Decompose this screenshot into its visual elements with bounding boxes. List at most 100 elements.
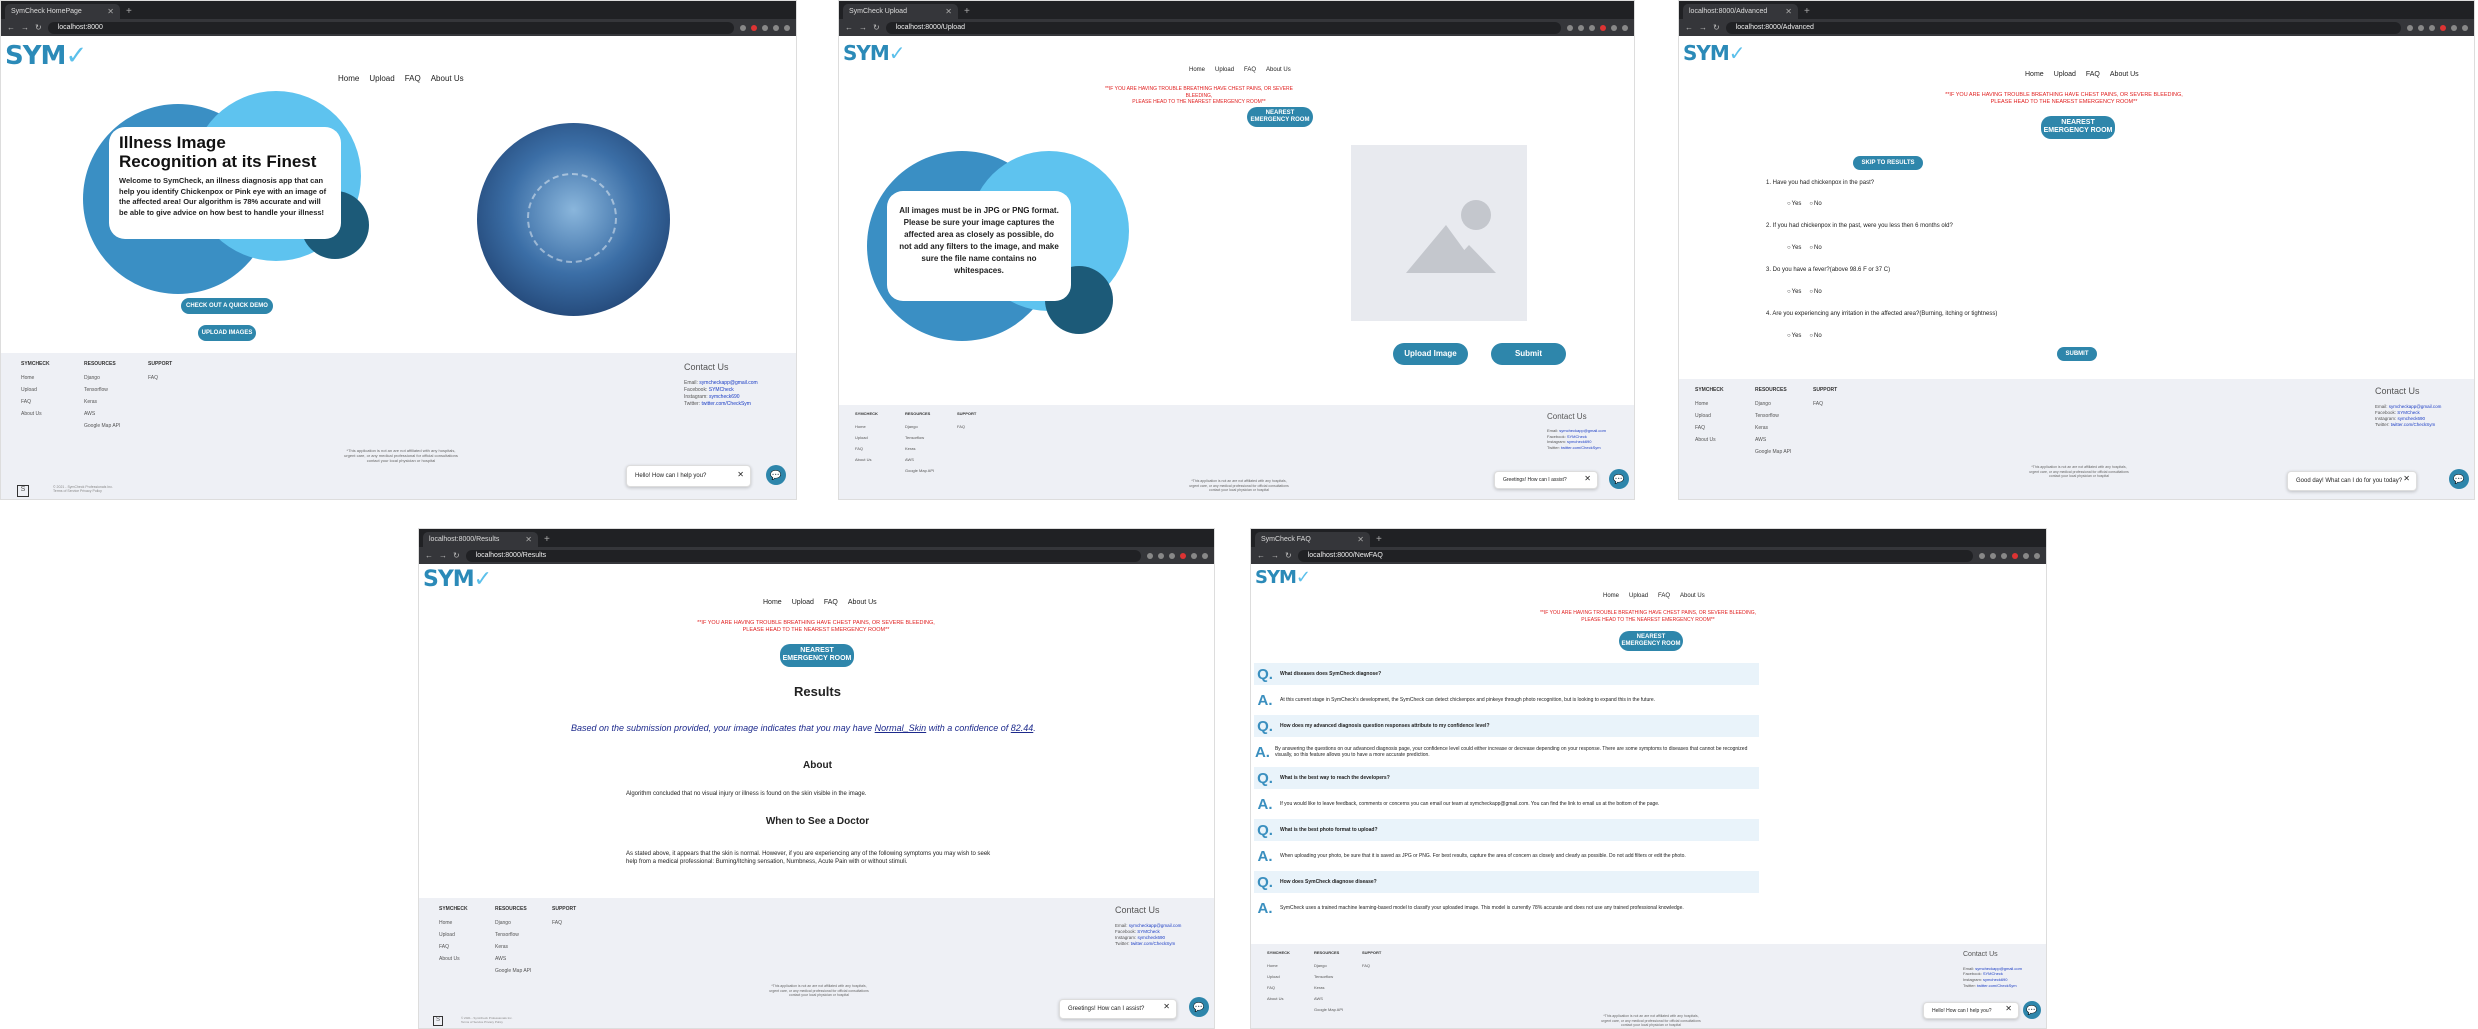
browser-tab[interactable]: SymCheck HomePage ✕ [5, 4, 120, 19]
nav-faq[interactable]: FAQ [2086, 71, 2100, 78]
faq-question[interactable]: Q. What is the best way to reach the deve… [1254, 767, 1759, 789]
image-preview[interactable] [1351, 145, 1527, 321]
close-chat-icon[interactable]: ✕ [1163, 1002, 1170, 1012]
nav-upload[interactable]: Upload [792, 599, 814, 606]
faq-question[interactable]: Q. What is the best photo format to uploa… [1254, 819, 1759, 841]
nav-about[interactable]: About Us [2110, 71, 2139, 78]
instagram-link[interactable]: symcheck690 [709, 394, 740, 400]
nav-upload[interactable]: Upload [1215, 67, 1234, 73]
url-input[interactable]: localhost:8000 [47, 21, 734, 34]
facebook-link[interactable]: SYMCheck [1567, 434, 1587, 439]
twitter-link[interactable]: twitter.com/CheckSym [1561, 445, 1601, 450]
facebook-link[interactable]: SYMCheck [2397, 410, 2420, 415]
faq-question[interactable]: Q. How does SymCheck diagnose disease? [1254, 871, 1759, 893]
close-tab-icon[interactable]: ✕ [525, 535, 532, 544]
nav-home[interactable]: Home [2025, 71, 2044, 78]
instagram-link[interactable]: symcheck690 [1138, 935, 1166, 940]
upload-image-button[interactable]: Upload Image [1393, 343, 1468, 365]
no-radio[interactable]: No [1809, 333, 1822, 339]
facebook-link[interactable]: SYMCheck [1983, 971, 2003, 976]
nav-about[interactable]: About Us [848, 599, 877, 606]
submit-button[interactable]: Submit [1491, 343, 1566, 365]
close-chat-icon[interactable]: ✕ [2403, 474, 2410, 484]
forward-icon[interactable]: → [1271, 551, 1279, 560]
nav-upload[interactable]: Upload [2054, 71, 2076, 78]
new-tab-icon[interactable]: + [964, 6, 970, 17]
back-icon[interactable]: ← [7, 23, 15, 32]
instagram-link[interactable]: symcheck690 [2398, 416, 2426, 421]
back-icon[interactable]: ← [845, 23, 853, 32]
forward-icon[interactable]: → [1699, 23, 1707, 32]
submit-button[interactable]: SUBMIT [2057, 347, 2097, 361]
twitter-link[interactable]: twitter.com/CheckSym [1131, 941, 1176, 946]
skip-to-results-button[interactable]: SKIP TO RESULTS [1853, 156, 1923, 170]
chat-icon[interactable]: 💬 [2449, 469, 2469, 489]
url-input[interactable]: localhost:8000/NewFAQ [1297, 549, 1973, 562]
nav-about[interactable]: About Us [1266, 67, 1291, 73]
email-link[interactable]: symcheckapp@gmail.com [1129, 923, 1182, 928]
close-chat-icon[interactable]: ✕ [2005, 1005, 2012, 1013]
email-link[interactable]: symcheckapp@gmail.com [1559, 428, 1606, 433]
new-tab-icon[interactable]: + [126, 6, 132, 17]
nav-home[interactable]: Home [763, 599, 782, 606]
reload-icon[interactable]: ↻ [1285, 551, 1292, 560]
reload-icon[interactable]: ↻ [35, 23, 42, 32]
chat-icon[interactable]: 💬 [2023, 1001, 2041, 1019]
nav-about[interactable]: About Us [431, 74, 464, 83]
logo[interactable]: SYM✓ [5, 41, 87, 71]
logo[interactable]: SYM✓ [1683, 41, 1746, 65]
faq-question[interactable]: Q. How does my advanced diagnosis questio… [1254, 715, 1759, 737]
nav-upload[interactable]: Upload [369, 74, 394, 83]
question-3-options[interactable]: Yes No [1787, 289, 1822, 295]
email-link[interactable]: symcheckapp@gmail.com [699, 380, 757, 386]
nav-faq[interactable]: FAQ [824, 599, 838, 606]
no-radio[interactable]: No [1809, 245, 1822, 251]
reload-icon[interactable]: ↻ [1713, 23, 1720, 32]
nav-home[interactable]: Home [1189, 67, 1205, 73]
yes-radio[interactable]: Yes [1787, 289, 1802, 295]
no-radio[interactable]: No [1809, 289, 1822, 295]
nav-faq[interactable]: FAQ [1244, 67, 1256, 73]
forward-icon[interactable]: → [439, 551, 447, 560]
browser-tab[interactable]: localhost:8000/Results ✕ [423, 532, 538, 547]
reload-icon[interactable]: ↻ [873, 23, 880, 32]
forward-icon[interactable]: → [859, 23, 867, 32]
demo-button[interactable]: CHECK OUT A QUICK DEMO [181, 298, 273, 314]
emergency-room-button[interactable]: NEAREST EMERGENCY ROOM [780, 644, 854, 667]
twitter-link[interactable]: twitter.com/CheckSym [702, 401, 751, 407]
new-tab-icon[interactable]: + [544, 534, 550, 545]
back-icon[interactable]: ← [1257, 551, 1265, 560]
nav-faq[interactable]: FAQ [1658, 593, 1670, 599]
url-input[interactable]: localhost:8000/Advanced [1725, 21, 2401, 34]
logo[interactable]: SYM✓ [843, 41, 906, 65]
twitter-link[interactable]: twitter.com/CheckSym [2391, 422, 2436, 427]
instagram-link[interactable]: symcheck690 [1567, 439, 1591, 444]
nav-home[interactable]: Home [338, 74, 359, 83]
no-radio[interactable]: No [1809, 201, 1822, 207]
nav-about[interactable]: About Us [1680, 593, 1705, 599]
nav-home[interactable]: Home [1603, 593, 1619, 599]
email-link[interactable]: symcheckapp@gmail.com [2389, 404, 2442, 409]
emergency-room-button[interactable]: NEAREST EMERGENCY ROOM [1619, 631, 1683, 652]
facebook-link[interactable]: SYMCheck [1137, 929, 1160, 934]
browser-tab[interactable]: SymCheck FAQ ✕ [1255, 532, 1370, 547]
upload-images-button[interactable]: UPLOAD IMAGES [198, 325, 256, 341]
new-tab-icon[interactable]: + [1804, 6, 1810, 17]
facebook-link[interactable]: SYMCheck [709, 387, 734, 393]
close-tab-icon[interactable]: ✕ [1357, 535, 1364, 544]
emergency-room-button[interactable]: NEAREST EMERGENCY ROOM [1247, 107, 1313, 128]
new-tab-icon[interactable]: + [1376, 534, 1382, 545]
yes-radio[interactable]: Yes [1787, 333, 1802, 339]
chat-icon[interactable]: 💬 [1609, 469, 1629, 489]
chat-icon[interactable]: 💬 [1189, 997, 1209, 1017]
close-chat-icon[interactable]: ✕ [1584, 474, 1591, 483]
question-2-options[interactable]: Yes No [1787, 245, 1822, 251]
emergency-room-button[interactable]: NEAREST EMERGENCY ROOM [2041, 116, 2115, 139]
close-chat-icon[interactable]: ✕ [737, 468, 744, 481]
url-input[interactable]: localhost:8000/Upload [885, 21, 1561, 34]
question-1-options[interactable]: Yes No [1787, 201, 1822, 207]
question-4-options[interactable]: Yes No [1787, 333, 1822, 339]
forward-icon[interactable]: → [21, 23, 29, 32]
browser-tab[interactable]: SymCheck Upload ✕ [843, 4, 958, 19]
back-icon[interactable]: ← [1685, 23, 1693, 32]
